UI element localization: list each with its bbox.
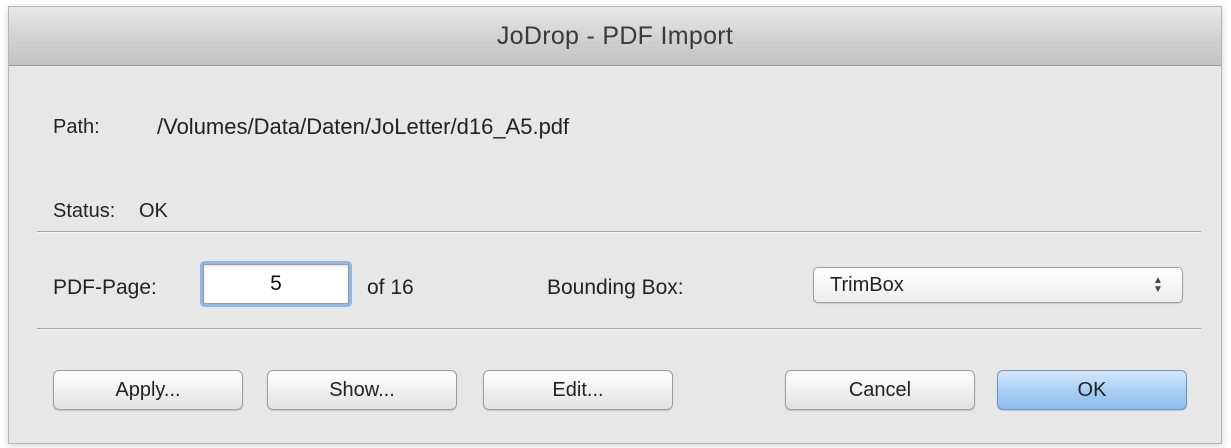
pdf-page-input[interactable]	[203, 264, 349, 304]
edit-button[interactable]: Edit...	[483, 370, 673, 410]
status-label: Status:	[53, 200, 116, 222]
window-title: JoDrop - PDF Import	[496, 21, 734, 50]
ok-button[interactable]: OK	[997, 370, 1187, 410]
bounding-box-label: Bounding Box:	[547, 276, 684, 299]
path-label: Path:	[53, 116, 100, 138]
pdf-import-dialog: JoDrop - PDF Import Path: /Volumes/Data/…	[8, 6, 1222, 444]
pdf-page-label: PDF-Page:	[53, 276, 157, 299]
bounding-box-select[interactable]: TrimBox ▲ ▼	[813, 267, 1183, 303]
path-value: /Volumes/Data/Daten/JoLetter/d16_A5.pdf	[157, 114, 570, 139]
separator-top	[37, 231, 1201, 233]
up-down-arrows-icon: ▲ ▼	[1153, 275, 1163, 295]
apply-button[interactable]: Apply...	[53, 370, 243, 410]
page-count-text: of 16	[367, 276, 414, 299]
separator-bottom	[37, 328, 1201, 330]
dialog-content: Path: /Volumes/Data/Daten/JoLetter/d16_A…	[9, 66, 1221, 443]
cancel-button[interactable]: Cancel	[785, 370, 975, 410]
title-bar[interactable]: JoDrop - PDF Import	[9, 7, 1221, 66]
status-value: OK	[139, 200, 168, 222]
show-button[interactable]: Show...	[267, 370, 457, 410]
bounding-box-selected: TrimBox	[830, 273, 904, 296]
